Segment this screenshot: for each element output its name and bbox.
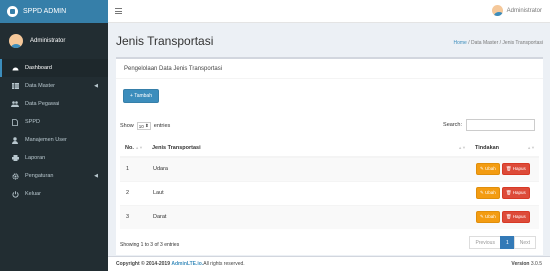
transport-table: No. ▲▼ Jenis Transportasi ▲▼ Tindakan ▲▼ 1 … — [120, 139, 539, 229]
sort-icon: ▲▼ — [527, 145, 535, 150]
show-label: Show — [120, 123, 134, 129]
trash-icon: 🗑 — [505, 190, 512, 195]
print-icon — [11, 155, 19, 162]
cell-actions: ✎ Ubah 🗑 Hapus — [470, 204, 539, 229]
sidebar-item-label: Data Pegawai — [25, 101, 60, 107]
add-button[interactable]: + Tambah — [123, 89, 159, 103]
table-row: 3 Darat ✎ Ubah 🗑 Hapus — [120, 204, 539, 229]
page-1-button[interactable]: 1 — [499, 236, 515, 249]
delete-button[interactable]: 🗑 Hapus — [501, 211, 530, 224]
box-title: Pengelolaan Data Jenis Transportasi — [116, 59, 543, 79]
top-navbar: Administrator — [108, 0, 550, 23]
logo-icon — [7, 6, 18, 17]
cell-actions: ✎ Ubah 🗑 Hapus — [470, 180, 539, 205]
footer: Copyright © 2014-2019 AdminLTE.io. All r… — [108, 256, 550, 271]
dashboard-icon — [11, 65, 19, 72]
delete-button[interactable]: 🗑 Hapus — [501, 163, 530, 176]
search-control: Search: — [443, 119, 535, 131]
content-header: Jenis Transportasi Home / Data Master / … — [108, 23, 550, 53]
user-panel-name: Administrator — [30, 38, 66, 44]
sidebar-item-laporan[interactable]: Laporan — [0, 149, 108, 167]
table-info: Showing 1 to 3 of 3 entries — [120, 242, 180, 248]
cell-actions: ✎ Ubah 🗑 Hapus — [470, 156, 539, 181]
entries-select[interactable]: 10 ⬍ — [136, 122, 151, 130]
sidebar-item-keluar[interactable]: Keluar — [0, 185, 108, 203]
table-row: 2 Laut ✎ Ubah 🗑 Hapus — [120, 180, 539, 205]
breadcrumb-current: Jenis Transportasi — [502, 40, 543, 46]
top-user-name: Administrator — [506, 7, 542, 14]
trash-icon: 🗑 — [505, 166, 512, 172]
chevron-left-icon: ◀ — [94, 173, 98, 179]
copyright-text: Copyright © 2014-2019 — [116, 261, 170, 267]
avatar — [491, 5, 503, 16]
search-label: Search: — [443, 122, 462, 128]
avatar — [9, 34, 23, 48]
users-icon — [11, 101, 19, 108]
cell-jenis: Laut — [147, 180, 470, 205]
version-info: Version 3.0.5 — [511, 261, 542, 267]
user-menu[interactable]: Administrator — [491, 5, 542, 16]
previous-button[interactable]: Previous — [469, 236, 501, 249]
sidebar-item-sppd[interactable]: SPPD — [0, 113, 108, 131]
sidebar-item-label: Manajemen User — [25, 137, 67, 143]
sidebar-item-dashboard[interactable]: Dashboard — [0, 59, 108, 77]
edit-button[interactable]: ✎ Ubah — [476, 163, 500, 176]
sidebar-item-label: Data Master — [25, 83, 55, 89]
sort-icon: ▲▼ — [458, 145, 466, 150]
delete-button[interactable]: 🗑 Hapus — [501, 187, 530, 199]
cog-icon — [11, 172, 19, 180]
table-header-row: No. ▲▼ Jenis Transportasi ▲▼ Tindakan ▲▼ — [120, 139, 539, 158]
sidebar-item-label: Pengaturan — [25, 173, 54, 179]
entries-length-control: Show 10 ⬍ entries — [120, 122, 170, 130]
cell-jenis: Udara — [147, 156, 470, 181]
column-header-tindakan[interactable]: Tindakan ▲▼ — [470, 139, 539, 158]
breadcrumb: Home / Data Master / Jenis Transportasi — [454, 40, 544, 46]
sidebar-item-label: SPPD — [25, 119, 40, 125]
sort-asc-icon: ▲▼ — [135, 145, 143, 150]
entries-label: entries — [153, 123, 171, 129]
rights-text: All rights reserved. — [203, 261, 245, 267]
data-box: Pengelolaan Data Jenis Transportasi + Ta… — [116, 57, 543, 255]
file-icon — [11, 118, 19, 126]
cell-jenis: Darat — [147, 204, 470, 229]
sidebar-item-label: Dashboard — [25, 65, 52, 71]
cell-no: 2 — [120, 180, 147, 205]
sidebar-item-data-pegawai[interactable]: Data Pegawai — [0, 95, 108, 113]
brand-logo[interactable]: SPPD ADMIN — [0, 0, 108, 23]
edit-icon: ✎ — [480, 190, 484, 195]
table-row: 1 Udara ✎ Ubah 🗑 Hapus — [120, 156, 539, 181]
table-icon — [11, 83, 19, 90]
chevron-left-icon: ◀ — [94, 83, 98, 89]
sidebar-item-pengaturan[interactable]: Pengaturan ◀ — [0, 167, 108, 185]
power-icon — [11, 190, 19, 198]
brand-link[interactable]: AdminLTE.io. — [171, 261, 203, 267]
pagination: Previous 1 Next — [469, 236, 536, 249]
sidebar-item-manajemen-user[interactable]: Manajemen User — [0, 131, 108, 149]
sidebar-item-data-master[interactable]: Data Master ◀ — [0, 77, 108, 95]
page-title: Jenis Transportasi — [116, 34, 214, 48]
sidebar-menu: Dashboard Data Master ◀ Data Pegawai SPP… — [0, 59, 108, 203]
column-header-jenis[interactable]: Jenis Transportasi ▲▼ — [147, 139, 470, 158]
edit-button[interactable]: ✎ Ubah — [476, 187, 500, 199]
cell-no: 1 — [120, 156, 147, 181]
user-icon — [11, 136, 19, 144]
search-input[interactable] — [466, 119, 535, 131]
sidebar: SPPD ADMIN Administrator Dashboard Data … — [0, 0, 108, 271]
next-button[interactable]: Next — [513, 236, 536, 249]
trash-icon: 🗑 — [505, 214, 512, 220]
breadcrumb-home-link[interactable]: Home — [454, 40, 467, 46]
user-panel: Administrator — [0, 23, 108, 59]
edit-button[interactable]: ✎ Ubah — [476, 211, 500, 224]
breadcrumb-data-master[interactable]: Data Master — [471, 40, 498, 46]
cell-no: 3 — [120, 204, 147, 229]
logo-text: SPPD ADMIN — [23, 8, 67, 15]
edit-icon: ✎ — [480, 166, 484, 172]
edit-icon: ✎ — [480, 214, 484, 220]
menu-toggle-icon[interactable] — [115, 8, 122, 14]
sidebar-item-label: Keluar — [25, 191, 41, 197]
column-header-no[interactable]: No. ▲▼ — [120, 139, 147, 158]
sidebar-item-label: Laporan — [25, 155, 46, 161]
